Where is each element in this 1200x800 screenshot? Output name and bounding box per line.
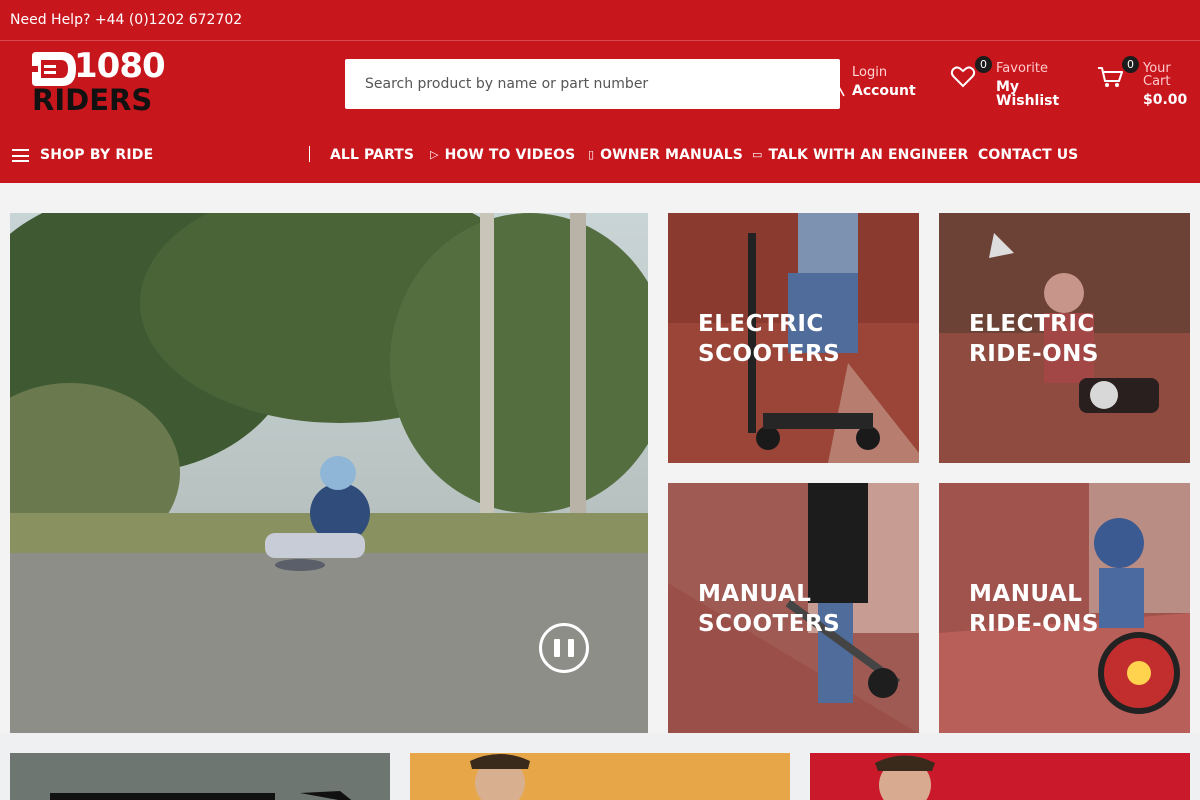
play-icon: ▷ <box>430 148 439 161</box>
nav-contact-us[interactable]: CONTACT US <box>978 147 1078 163</box>
promo-card-3[interactable] <box>810 753 1190 800</box>
manual-ride-ons-label: MANUAL RIDE-ONS <box>969 581 1099 637</box>
cart-total: $0.00 <box>1143 92 1188 108</box>
help-phone-text[interactable]: Need Help? +44 (0)1202 672702 <box>10 12 242 28</box>
promo-card-1-image <box>10 753 390 800</box>
nav-owner-manuals[interactable]: ▯ OWNER MANUALS <box>588 147 743 163</box>
category-manual-ride-ons[interactable]: MANUAL RIDE-ONS <box>939 483 1190 733</box>
wishlist-link[interactable]: 0 Favorite My Wishlist <box>948 55 1063 115</box>
nav-all-parts[interactable]: ALL PARTS <box>330 147 414 163</box>
help-bar: Need Help? +44 (0)1202 672702 <box>0 0 1200 41</box>
cart-link[interactable]: 0 Your Cart $0.00 <box>1095 55 1195 115</box>
chat-icon: ▭ <box>752 148 763 161</box>
nav-how-to-videos[interactable]: ▷ HOW TO VIDEOS <box>430 147 575 163</box>
heart-icon <box>950 66 976 88</box>
promo-card-3-image <box>810 753 1190 800</box>
logo-text-riders: RIDERS <box>32 83 153 117</box>
site-header: 1080 RIDERS Login Account 0 Favorite My … <box>0 41 1200 125</box>
nav-all-parts-label: ALL PARTS <box>330 147 415 163</box>
cart-label: Cart <box>1143 74 1171 89</box>
nav-owner-manuals-label: OWNER MANUALS <box>600 147 743 163</box>
category-electric-ride-ons[interactable]: ELECTRIC RIDE-ONS <box>939 213 1190 463</box>
user-icon <box>833 85 845 97</box>
electric-ride-ons-label: ELECTRIC RIDE-ONS <box>969 311 1099 367</box>
nav-divider <box>309 146 310 162</box>
cart-count-badge: 0 <box>1122 56 1139 73</box>
logo-text-1080: 1080 <box>74 46 166 86</box>
nav-how-to-videos-label: HOW TO VIDEOS <box>444 147 576 163</box>
hero-video[interactable] <box>10 213 648 733</box>
logo[interactable]: 1080 RIDERS <box>30 47 170 119</box>
wishlist-label: Wishlist <box>996 93 1060 109</box>
nav-talk-with-engineer[interactable]: ▭ TALK WITH AN ENGINEER <box>752 147 968 163</box>
shop-by-ride-button[interactable]: SHOP BY RIDE <box>40 147 153 163</box>
favorite-label: Favorite <box>996 61 1048 76</box>
promo-card-2[interactable] <box>410 753 790 800</box>
cart-icon <box>1098 67 1123 87</box>
promo-card-1[interactable] <box>10 753 390 800</box>
login-label: Login <box>852 65 888 80</box>
main-nav: SHOP BY RIDE ALL PARTS ▷ HOW TO VIDEOS ▯ O… <box>0 125 1200 183</box>
pause-button[interactable] <box>539 623 589 673</box>
menu-icon[interactable] <box>12 149 29 162</box>
account-link[interactable]: Login Account <box>832 63 932 107</box>
manual-scooters-label: MANUAL SCOOTERS <box>698 581 841 637</box>
category-electric-scooters[interactable]: ELECTRIC SCOOTERS <box>668 213 919 463</box>
my-label: My <box>996 79 1020 95</box>
electric-scooters-label: ELECTRIC SCOOTERS <box>698 311 841 367</box>
search-box[interactable] <box>345 59 840 109</box>
search-input[interactable] <box>345 59 840 109</box>
account-label: Account <box>852 83 916 99</box>
category-manual-scooters[interactable]: MANUAL SCOOTERS <box>668 483 919 733</box>
wishlist-count-badge: 0 <box>975 56 992 73</box>
document-icon: ▯ <box>588 148 595 161</box>
nav-talk-with-engineer-label: TALK WITH AN ENGINEER <box>768 147 969 163</box>
promo-card-2-image <box>410 753 790 800</box>
nav-contact-us-label: CONTACT US <box>978 147 1079 163</box>
